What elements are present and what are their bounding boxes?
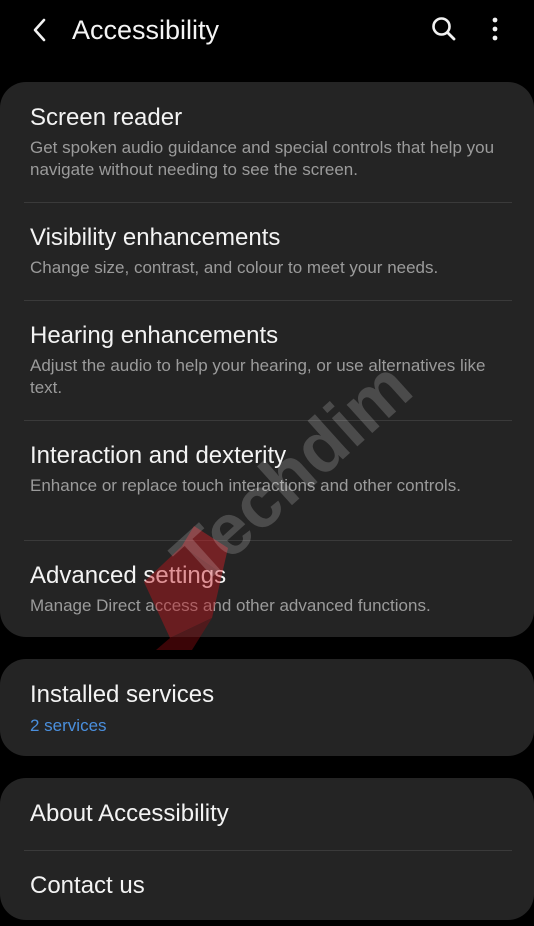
item-title: Installed services (30, 681, 215, 708)
item-title: Advanced settings (30, 562, 227, 589)
item-title: Hearing enhancements (30, 322, 279, 349)
more-vertical-icon (492, 17, 498, 41)
item-title: Screen reader (30, 104, 183, 131)
search-icon (432, 17, 456, 41)
about-accessibility-item[interactable]: About Accessibility (0, 778, 534, 850)
accessibility-categories-card: Screen reader Get spoken audio guidance … (0, 82, 534, 637)
contact-us-item[interactable]: Contact us (0, 851, 534, 920)
app-bar: Accessibility (0, 0, 534, 60)
back-button[interactable] (22, 12, 58, 48)
item-description: Get spoken audio guidance and special co… (30, 138, 495, 179)
installed-services-card: Installed services 2 services (0, 659, 534, 756)
visibility-enhancements-item[interactable]: Visibility enhancements Change size, con… (0, 203, 534, 300)
about-card: About Accessibility Contact us (0, 778, 534, 920)
advanced-settings-item[interactable]: Advanced settings Manage Direct access a… (0, 541, 534, 637)
item-description: Manage Direct access and other advanced … (30, 596, 431, 615)
item-description: Change size, contrast, and colour to mee… (30, 258, 439, 277)
hearing-enhancements-item[interactable]: Hearing enhancements Adjust the audio to… (0, 301, 534, 420)
installed-services-item[interactable]: Installed services 2 services (0, 659, 534, 756)
item-description: Adjust the audio to help your hearing, o… (30, 356, 486, 397)
services-count: 2 services (30, 716, 107, 735)
item-title: Interaction and dexterity (30, 442, 287, 469)
page-title: Accessibility (72, 15, 220, 45)
interaction-and-dexterity-item[interactable]: Interaction and dexterity Enhance or rep… (0, 421, 534, 540)
item-title: About Accessibility (30, 800, 229, 827)
item-description: Enhance or replace touch interactions an… (30, 476, 461, 495)
item-title: Contact us (30, 872, 145, 899)
more-options-button[interactable] (480, 11, 510, 47)
search-button[interactable] (426, 11, 462, 47)
screen-reader-item[interactable]: Screen reader Get spoken audio guidance … (0, 82, 534, 202)
item-title: Visibility enhancements (30, 224, 281, 251)
back-arrow-icon (33, 18, 46, 42)
